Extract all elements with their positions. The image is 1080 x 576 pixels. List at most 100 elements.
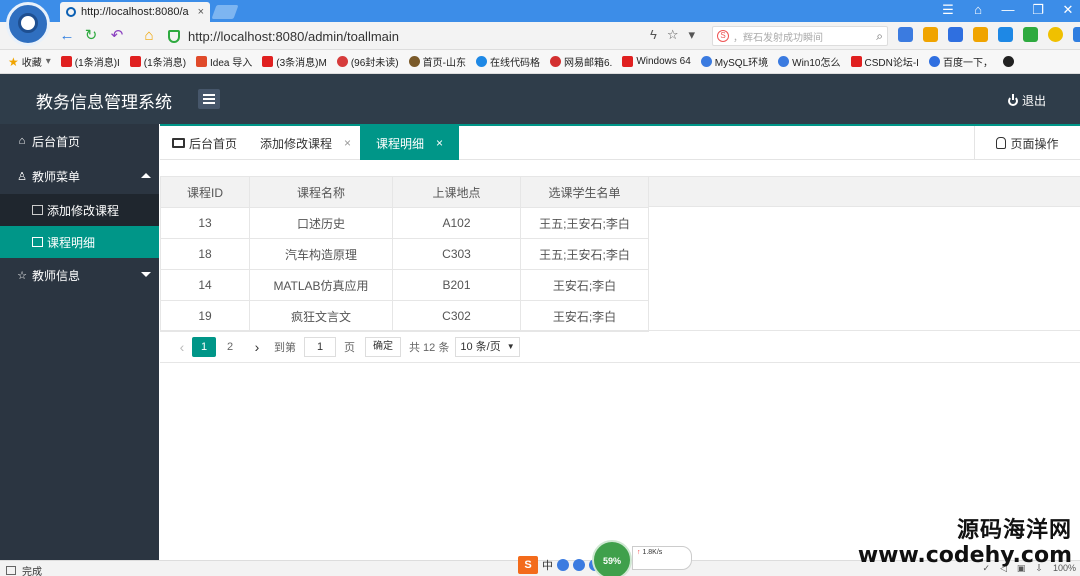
sidebar-toggle-icon[interactable] (6, 566, 16, 575)
browser-logo[interactable] (6, 2, 50, 46)
emoji-icon[interactable] (1048, 27, 1063, 42)
home-icon[interactable]: ⌂ (140, 27, 158, 45)
star-icon: ☆ (17, 269, 27, 282)
green-ext-icon[interactable] (1023, 27, 1038, 42)
sidebar-item-label: 后台首页 (32, 134, 81, 149)
bookmark-item[interactable]: 首页-山东 (408, 54, 466, 69)
netease-icon (549, 56, 561, 67)
key-icon[interactable] (973, 27, 988, 42)
cell-students: 王五;王安石;李白 (520, 238, 649, 270)
browser-tab-bar: http://localhost:8080/a × ☰ ⌂ — ❐ ✕ (0, 0, 1080, 22)
scissors-icon[interactable] (948, 27, 963, 42)
dropdown-icon[interactable]: ▾ (689, 27, 696, 43)
sidebar-item-teacher-info[interactable]: ☆ 教师信息 (0, 258, 159, 292)
refresh-icon[interactable]: ↻ (82, 27, 100, 45)
browser-tab-close-icon[interactable]: × (198, 6, 204, 18)
column-header-course-id[interactable]: 课程ID (160, 176, 250, 208)
bookmark-item[interactable]: 在线代码格 (475, 54, 540, 69)
shield-ext-icon[interactable] (998, 27, 1013, 42)
bookmark-item[interactable]: 网易邮箱6. (549, 54, 612, 69)
lightning-icon[interactable]: ϟ (650, 27, 657, 43)
chevron-down-icon: ▼ (506, 341, 515, 351)
next-page-button[interactable]: › (246, 339, 268, 355)
search-engine-icon: S (717, 30, 729, 42)
emoji-icon[interactable] (573, 559, 585, 571)
mail-icon (336, 56, 348, 67)
bookmark-item[interactable]: (3条消息)M (262, 54, 327, 69)
maximize-icon[interactable]: ❐ (1030, 2, 1046, 18)
sidebar: ⌂ 后台首页 ♙ 教师菜单 添加修改课程 课程明细 ☆ 教师信息 (0, 124, 159, 560)
sogou-ime-icon[interactable]: S (518, 556, 538, 574)
new-tab-button[interactable] (211, 5, 239, 19)
skin-icon[interactable]: ⌂ (970, 2, 986, 18)
bookmark-item[interactable]: (1条消息)I (60, 54, 120, 69)
home-icon: ⌂ (18, 135, 26, 147)
bookmark-item[interactable]: (96封未读) (336, 54, 399, 69)
download-icon[interactable] (1073, 27, 1080, 42)
table-row[interactable]: 13 口述历史 A102 王五;王安石;李白 (160, 207, 649, 239)
bookmark-item[interactable]: Idea 导入 (196, 54, 252, 69)
tab-close-icon[interactable]: × (436, 136, 443, 150)
goto-page-input[interactable]: 1 (304, 336, 336, 357)
extension-icon[interactable] (923, 27, 938, 42)
cell-course-id: 14 (160, 269, 250, 301)
bookmark-item[interactable]: (1条消息) (129, 54, 186, 69)
cell-course-name: 口述历史 (249, 207, 393, 239)
bookmark-item[interactable]: CSDN论坛-I (850, 54, 919, 69)
app-header: 教务信息管理系统 退出 (0, 74, 1080, 124)
cell-course-name: MATLAB仿真应用 (249, 269, 393, 301)
url-field[interactable]: http://localhost:8080/admin/toallmain (168, 25, 708, 47)
menu-toggle-button[interactable] (198, 89, 220, 109)
star-icon[interactable]: ☆ (667, 27, 679, 43)
translate-icon[interactable] (898, 27, 913, 42)
tab-label: 后台首页 (189, 136, 238, 151)
ie-icon (475, 56, 487, 67)
sidebar-item-add-course[interactable]: 添加修改课程 (0, 194, 159, 226)
csdn-icon (622, 56, 634, 67)
search-icon[interactable]: ⌕ (876, 29, 883, 44)
sidebar-item-teacher-menu[interactable]: ♙ 教师菜单 (0, 159, 159, 193)
bookmark-item[interactable]: MySQL环境 (700, 54, 768, 69)
url-text: http://localhost:8080/admin/toallmain (188, 28, 400, 44)
page-operations-button[interactable]: 页面操作 (974, 126, 1080, 160)
column-header-students[interactable]: 选课学生名单 (520, 176, 649, 208)
github-icon (1002, 56, 1014, 67)
page-op-label: 页面操作 (1010, 136, 1059, 151)
tab-course-detail[interactable]: 课程明细 × (360, 126, 460, 160)
browser-menu-icon[interactable]: ☰ (940, 2, 956, 18)
punct-icon[interactable] (557, 559, 569, 571)
undo-icon[interactable]: ↶ (108, 27, 126, 45)
bookmark-item[interactable] (1002, 56, 1017, 67)
minimize-icon[interactable]: — (1000, 2, 1016, 18)
column-header-location[interactable]: 上课地点 (392, 176, 521, 208)
prev-page-button[interactable]: ‹ (172, 339, 192, 355)
network-speed-ball[interactable]: 59% (592, 540, 632, 576)
upload-arrow-icon: ↑ (637, 549, 641, 556)
tab-home[interactable]: 后台首页 (172, 126, 237, 160)
secure-shield-icon (168, 29, 180, 43)
sidebar-item-course-detail[interactable]: 课程明细 (0, 226, 159, 258)
page-number-current[interactable]: 1 (192, 336, 216, 357)
bookmark-item[interactable]: Windows 64 (622, 56, 691, 67)
page-size-value: 10 条/页 (460, 340, 501, 353)
search-input[interactable]: S ，辉石发射成功瞬间 ⌕ (712, 26, 888, 46)
logout-button[interactable]: 退出 (1007, 92, 1046, 109)
table-row[interactable]: 19 疯狂文言文 C302 王安石;李白 (160, 300, 649, 332)
page-size-select[interactable]: 10 条/页 ▼ (455, 336, 520, 357)
ime-mode-label[interactable]: 中 (542, 557, 553, 573)
close-window-icon[interactable]: ✕ (1060, 2, 1076, 18)
confirm-button[interactable]: 确定 (365, 336, 401, 357)
bookmark-item[interactable]: 百度一下， (928, 54, 993, 69)
table-row[interactable]: 18 汽车构造原理 C303 王五;王安石;李白 (160, 238, 649, 270)
page-number[interactable]: 2 (218, 337, 242, 357)
back-icon[interactable]: ← (58, 27, 76, 45)
tab-close-icon[interactable]: × (344, 136, 351, 150)
bookmark-item[interactable]: Win10怎么 (778, 54, 841, 69)
bookmark-favorites[interactable]: ★ 收藏 ▾ (8, 54, 51, 70)
watermark-cn: 源码海洋网 (956, 518, 1072, 543)
browser-tab[interactable]: http://localhost:8080/a × (60, 2, 210, 22)
sidebar-item-home[interactable]: ⌂ 后台首页 (0, 124, 159, 158)
tab-add-course[interactable]: 添加修改课程 × (260, 126, 351, 160)
column-header-course-name[interactable]: 课程名称 (249, 176, 393, 208)
table-row[interactable]: 14 MATLAB仿真应用 B201 王安石;李白 (160, 269, 649, 301)
